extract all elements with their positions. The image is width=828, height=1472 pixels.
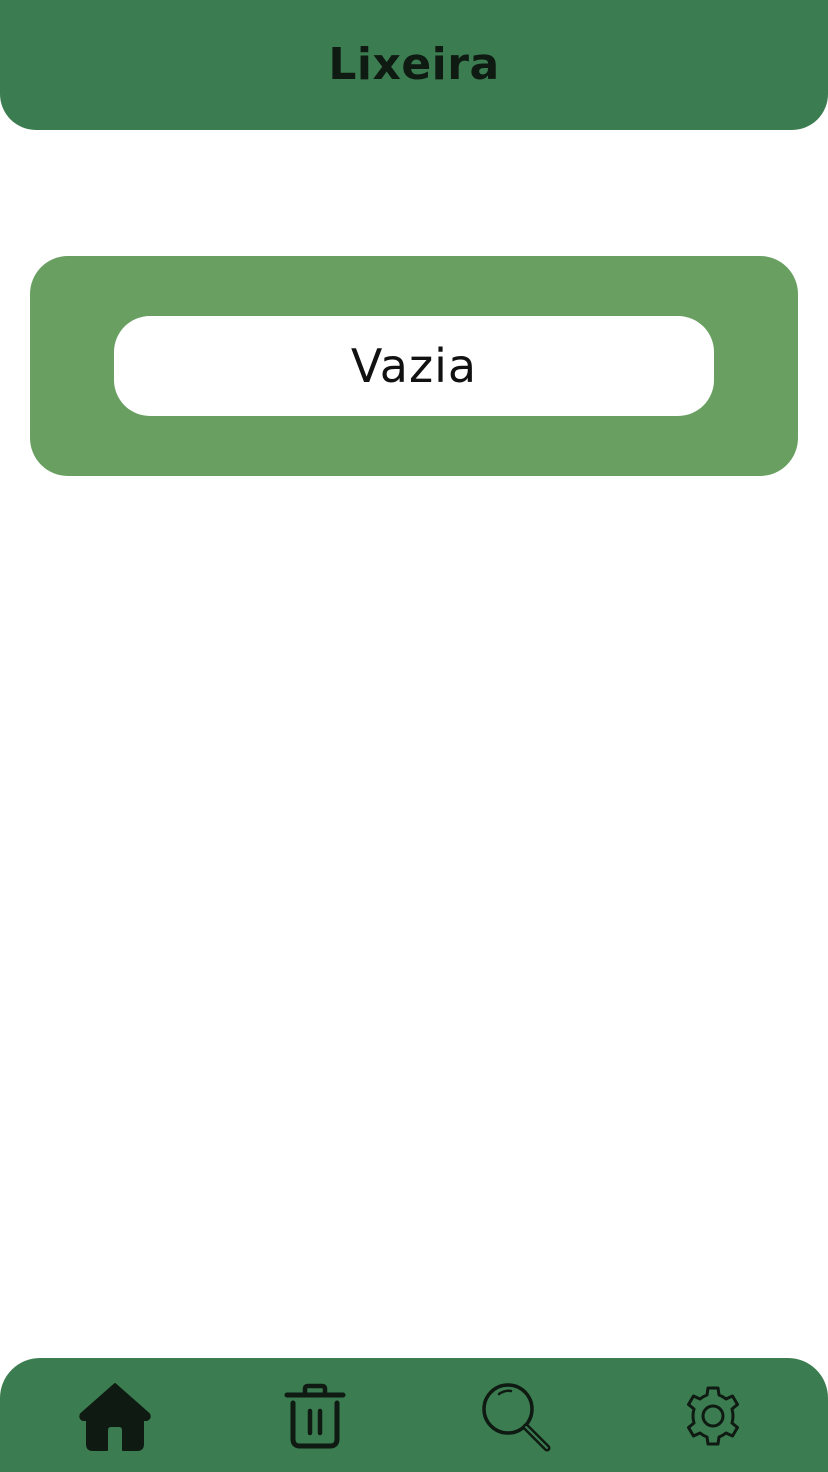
empty-state-pill: Vazia xyxy=(114,316,714,416)
page-title: Lixeira xyxy=(328,38,500,90)
search-icon xyxy=(482,1383,551,1452)
nav-search-button[interactable] xyxy=(475,1376,555,1456)
nav-settings-button[interactable] xyxy=(673,1376,753,1456)
nav-trash-button[interactable] xyxy=(275,1376,355,1456)
empty-state-label: Vazia xyxy=(350,339,478,393)
home-icon xyxy=(79,1383,151,1451)
nav-home-button[interactable] xyxy=(75,1376,155,1456)
trash-icon xyxy=(284,1383,346,1449)
bottom-nav xyxy=(0,1358,828,1472)
trash-card: Vazia xyxy=(30,256,798,476)
app-header: Lixeira xyxy=(0,0,828,130)
gear-icon xyxy=(687,1386,739,1446)
